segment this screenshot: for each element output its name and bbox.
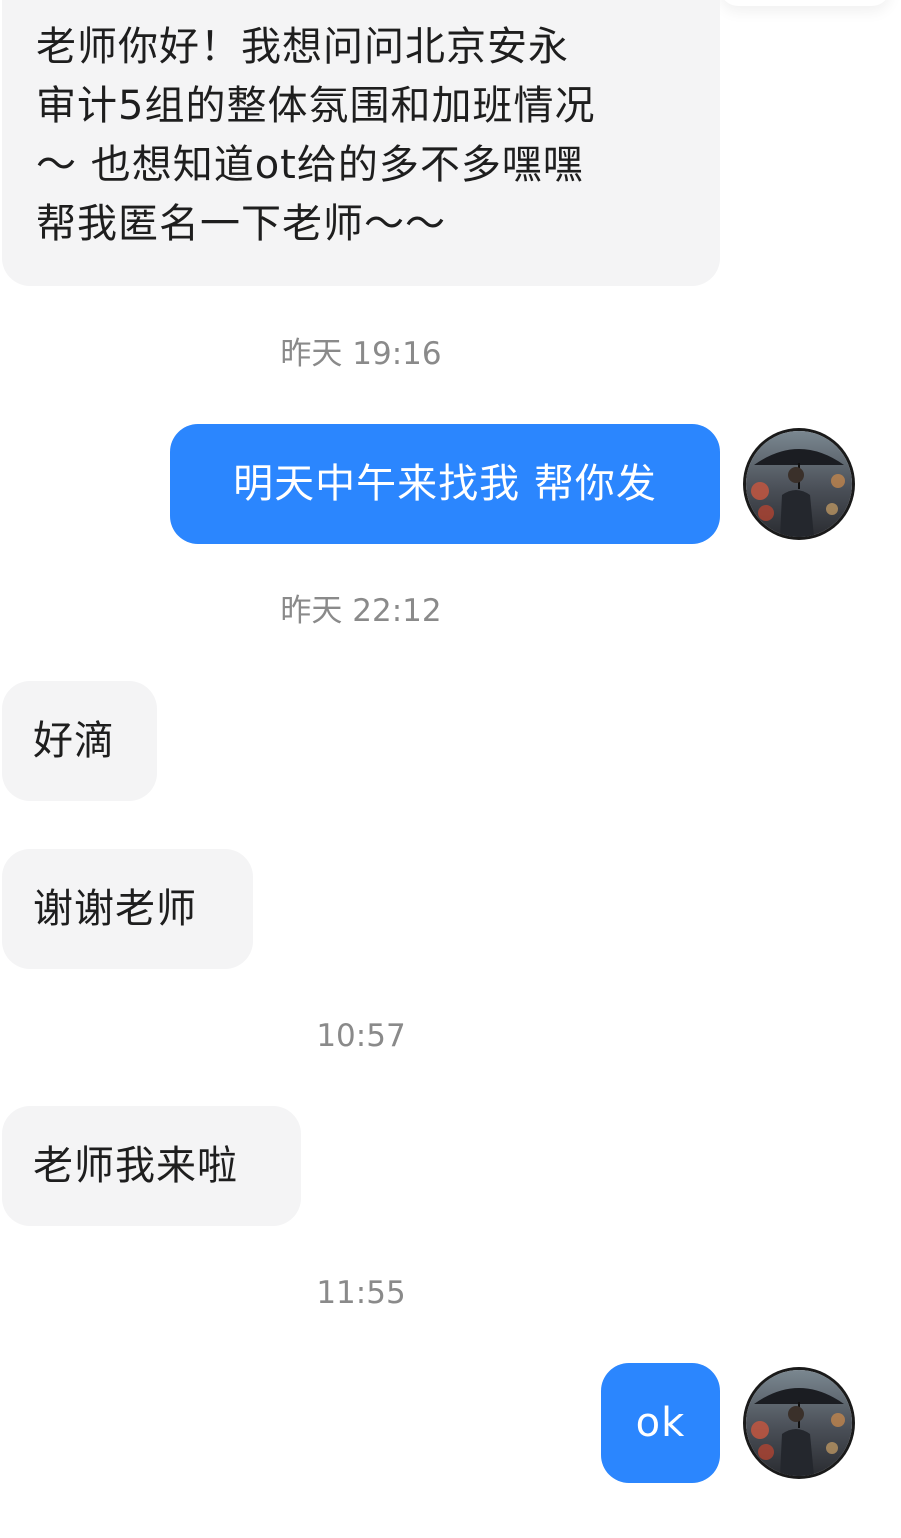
- incoming-message-bubble[interactable]: 好滴: [2, 681, 157, 801]
- timestamp: 11:55: [316, 1275, 406, 1311]
- message-text: 老师我来啦: [33, 1143, 238, 1189]
- timestamp: 昨天 22:12: [280, 593, 442, 629]
- person-with-umbrella-avatar-icon[interactable]: [746, 1370, 852, 1476]
- message-text: 明天中午来找我 帮你发: [233, 461, 657, 507]
- incoming-message-bubble[interactable]: 老师你好！我想问问北京安永 审计5组的整体氛围和加班情况 ～ 也想知道ot给的多…: [2, 0, 720, 286]
- message-text-line: ～ 也想知道ot给的多不多嘿嘿: [36, 142, 584, 188]
- outgoing-message-bubble[interactable]: ok: [601, 1363, 720, 1483]
- outgoing-message-bubble[interactable]: 明天中午来找我 帮你发: [170, 424, 720, 544]
- timestamp: 昨天 19:16: [280, 336, 442, 372]
- message-text: 谢谢老师: [33, 886, 197, 932]
- message-text: 好滴: [33, 718, 115, 764]
- timestamp: 10:57: [316, 1018, 406, 1054]
- previous-message-edge: [720, 0, 890, 6]
- message-text-line: 审计5组的整体氛围和加班情况: [36, 83, 596, 129]
- incoming-message-bubble[interactable]: 谢谢老师: [2, 849, 253, 969]
- message-text-line: 老师你好！我想问问北京安永: [36, 24, 569, 70]
- person-with-umbrella-avatar-icon[interactable]: [746, 431, 852, 537]
- message-text-line: 帮我匿名一下老师～～: [36, 201, 446, 247]
- incoming-message-bubble[interactable]: 老师我来啦: [2, 1106, 301, 1226]
- message-text: ok: [635, 1400, 686, 1446]
